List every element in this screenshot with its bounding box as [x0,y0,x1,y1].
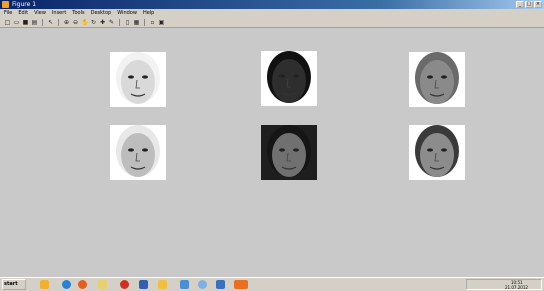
new-figure-icon[interactable]: □ [4,19,11,26]
menu-file[interactable]: File [4,9,12,18]
menu-bar: File Edit View Insert Tools Desktop Wind… [0,9,544,18]
face-right-eye [441,75,447,79]
zoom-out-icon[interactable]: ⊖ [72,19,79,26]
save-icon[interactable]: ■ [22,19,29,26]
face-left-eye [128,148,134,152]
window-title: Figure 1 [12,1,37,8]
face-skin [272,133,306,177]
maximize-button[interactable]: □ [525,1,533,8]
menu-desktop[interactable]: Desktop [91,9,112,18]
pointer-icon[interactable]: ↖ [47,19,54,26]
face-left-eye [427,75,433,79]
title-bar[interactable]: Figure 1 _ □ × [0,0,544,9]
show-plot-tools-icon[interactable]: ▣ [158,19,165,26]
face-2-svg [261,51,317,106]
face-left-eye [279,148,285,152]
figure-window: Figure 1 _ □ × File Edit View Insert Too… [0,0,544,291]
face-image-5 [261,125,317,180]
matlab-figure-icon [2,1,9,8]
ie-browser-icon[interactable] [62,280,71,289]
insert-colorbar-icon[interactable]: ▯ [124,19,131,26]
close-button[interactable]: × [534,1,542,8]
face-5-svg [261,125,317,180]
face-6-svg [409,125,465,180]
menu-window[interactable]: Window [117,9,137,18]
folder-icon[interactable] [98,280,107,289]
firefox-icon[interactable] [78,280,87,289]
menu-insert[interactable]: Insert [52,9,66,18]
search-icon[interactable] [198,280,207,289]
face-image-6 [409,125,465,180]
face-right-eye [293,74,299,78]
figure-toolbar: □ ▭ ■ ▤ ↖ ⊕ ⊖ ✋ ↻ ✚ ✎ ▯ ▦ ▫ ▣ [0,18,544,28]
quicklaunch-icon[interactable] [40,280,49,289]
face-skin [272,59,306,103]
app-icon[interactable] [139,280,148,289]
print-icon[interactable]: ▤ [31,19,38,26]
face-image-2 [261,51,317,106]
face-image-3 [409,52,465,107]
face-image-4 [110,125,166,180]
brush-icon[interactable]: ✎ [108,19,115,26]
data-cursor-icon[interactable]: ✚ [99,19,106,26]
face-left-eye [128,75,134,79]
menu-view[interactable]: View [34,9,46,18]
explorer-icon[interactable] [158,280,167,289]
zoom-in-icon[interactable]: ⊕ [63,19,70,26]
menu-help[interactable]: Help [143,9,154,18]
face-4-svg [110,125,166,180]
toolbar-separator [58,19,59,26]
matlab-taskbar-icon[interactable] [234,280,248,289]
menu-edit[interactable]: Edit [18,9,28,18]
face-skin [420,60,454,104]
start-button[interactable]: start [2,279,26,290]
open-icon[interactable]: ▭ [13,19,20,26]
help-icon[interactable] [180,280,189,289]
face-skin [121,133,155,177]
face-left-eye [427,148,433,152]
toolbar-separator [119,19,120,26]
face-right-eye [142,148,148,152]
taskbar: start 10:51 21.07.2012 [0,277,544,291]
hide-plot-tools-icon[interactable]: ▫ [149,19,156,26]
face-1-svg [110,52,166,107]
tray-date: 21.07.2012 [505,285,528,290]
network-icon[interactable] [216,280,225,289]
face-skin [121,60,155,104]
pan-icon[interactable]: ✋ [81,19,88,26]
toolbar-separator [42,19,43,26]
face-left-eye [279,74,285,78]
start-label: start [4,281,18,287]
toolbar-separator [144,19,145,26]
face-image-1 [110,52,166,107]
figure-canvas [0,29,544,277]
minimize-button[interactable]: _ [516,1,524,8]
menu-tools[interactable]: Tools [72,9,84,18]
face-right-eye [142,75,148,79]
face-right-eye [441,148,447,152]
insert-legend-icon[interactable]: ▦ [133,19,140,26]
rotate-icon[interactable]: ↻ [90,19,97,26]
system-tray: 10:51 21.07.2012 [466,279,542,290]
face-right-eye [293,148,299,152]
media-player-icon[interactable] [120,280,129,289]
face-3-svg [409,52,465,107]
face-skin [420,133,454,177]
